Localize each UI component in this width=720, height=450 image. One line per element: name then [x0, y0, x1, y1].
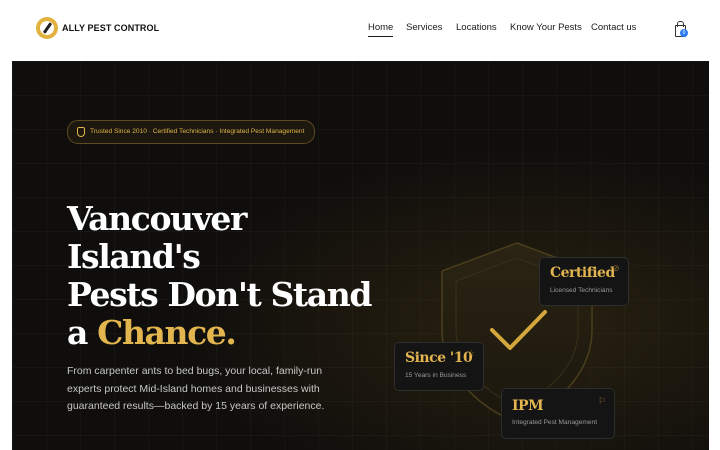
flag-icon: ⚐: [598, 396, 607, 406]
nav-locations[interactable]: Locations: [456, 22, 497, 33]
shield-icon: [77, 127, 85, 137]
trust-badge-text: Trusted Since 2010 · Certified Technicia…: [90, 128, 305, 135]
ipm-card: IPM Integrated Pest Management ⚐: [501, 388, 615, 439]
nav-know-your-pests[interactable]: Know Your Pests: [510, 22, 582, 33]
nav-home[interactable]: Home: [368, 22, 394, 37]
check-circle-icon: ⊘: [612, 263, 620, 273]
cart-count-badge: 0: [680, 29, 688, 37]
card-subtitle: Licensed Technicians: [550, 287, 613, 294]
hero-title-line: Pests Don't Stand: [67, 275, 372, 314]
nav-contact-us[interactable]: Contact us: [591, 22, 636, 33]
shopping-bag-icon[interactable]: 0: [674, 21, 688, 37]
hero-description: From carpenter ants to bed bugs, your lo…: [67, 365, 325, 412]
card-title: Since '10: [405, 350, 473, 366]
card-subtitle: 15 Years in Business: [405, 372, 467, 379]
site-header: ALLY PEST CONTROL Home Services Location…: [0, 0, 720, 60]
card-title: IPM: [512, 398, 544, 414]
hero-section: Trusted Since 2010 · Certified Technicia…: [12, 61, 709, 450]
star-icon: ☆: [467, 348, 476, 358]
hero-title-highlight: Chance.: [97, 313, 237, 352]
hero-title-line: Island's: [67, 237, 201, 276]
card-title: Certified: [550, 265, 615, 281]
trust-badge: Trusted Since 2010 · Certified Technicia…: [67, 120, 316, 144]
hero-title-line: Vancouver: [67, 199, 247, 238]
brand-name: ALLY PEST CONTROL: [62, 23, 160, 33]
since-card: Since '10 15 Years in Business ☆: [394, 342, 484, 391]
hero-title-line: a: [67, 313, 98, 352]
nav-services[interactable]: Services: [406, 22, 442, 33]
certified-card: Certified Licensed Technicians ⊘: [539, 257, 629, 306]
brand-logo[interactable]: ALLY PEST CONTROL: [36, 17, 159, 39]
hero-title: Vancouver Island's Pests Don't Stand a C…: [67, 200, 397, 352]
card-subtitle: Integrated Pest Management: [512, 419, 598, 426]
pest-control-logo-icon: [36, 17, 58, 39]
